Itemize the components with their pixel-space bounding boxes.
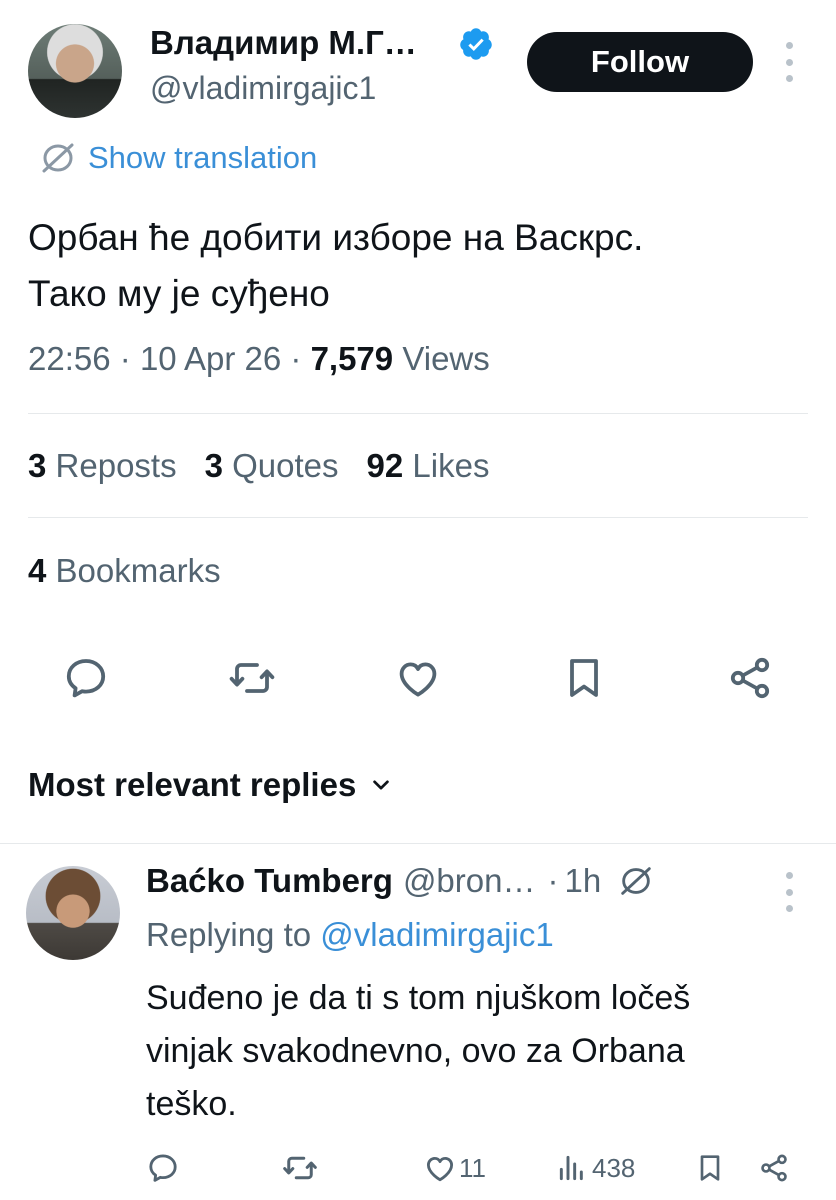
translate-globe-icon xyxy=(42,143,74,173)
reply-author-name[interactable]: Baćko Tumberg xyxy=(146,862,393,900)
repost-icon[interactable] xyxy=(228,654,276,702)
likes-stat[interactable]: 92 Likes xyxy=(367,447,490,484)
reply-repost-button[interactable] xyxy=(282,1148,318,1188)
likes-count: 92 xyxy=(366,447,404,484)
bookmark-icon[interactable] xyxy=(560,654,608,702)
verified-badge-icon xyxy=(460,28,492,60)
reply-more-options-icon[interactable] xyxy=(786,872,794,912)
follow-button[interactable]: Follow xyxy=(527,32,753,92)
tweet-stats: 3 Reposts 3 Quotes 92 Likes xyxy=(28,447,489,485)
replies-sort-label: Most relevant replies xyxy=(28,766,357,803)
replying-to: Replying to @vladimirgajic1 xyxy=(146,916,554,954)
reply-header: Baćko Tumberg @bron… · 1h xyxy=(146,862,655,900)
bookmark-icon xyxy=(700,1155,720,1181)
reply-time-separator: · xyxy=(547,862,559,899)
author-avatar[interactable] xyxy=(28,24,122,118)
reply-icon[interactable] xyxy=(62,654,110,702)
views-count: 7,579 xyxy=(310,340,394,377)
tweet-time[interactable]: 22:56 xyxy=(28,340,111,377)
replying-to-mention[interactable]: @vladimirgajic1 xyxy=(320,916,553,953)
reply-text: Suđeno je da ti s tom njuškom ločeš vinj… xyxy=(146,972,816,1131)
divider xyxy=(28,413,808,414)
reply-text-line-1: Suđeno je da ti s tom njuškom ločeš xyxy=(146,979,691,1017)
chevron-down-icon xyxy=(373,780,390,790)
reply-text-line-3: teško. xyxy=(146,1085,237,1123)
author-handle[interactable]: @vladimirgajic1 xyxy=(150,70,376,107)
reply-views-count: 438 xyxy=(592,1152,636,1183)
tweet-text-line-2: Тако му је суђено xyxy=(28,273,330,314)
bookmarks-label: Bookmarks xyxy=(55,552,221,589)
replies-sort-dropdown[interactable]: Most relevant replies xyxy=(28,766,392,804)
tweet-text: Орбан ће добити изборе на Васкрс. Тако м… xyxy=(28,210,808,322)
repost-icon xyxy=(283,1156,317,1180)
divider xyxy=(0,843,836,844)
bookmarks-count: 4 xyxy=(28,552,47,589)
reply-reply-button[interactable] xyxy=(146,1148,180,1188)
reply-author-handle[interactable]: @bron… xyxy=(403,862,536,900)
views-label: Views xyxy=(402,340,490,377)
likes-label: Likes xyxy=(412,447,490,484)
reposts-count: 3 xyxy=(28,447,47,484)
show-translation-label: Show translation xyxy=(88,140,318,175)
reply-likes-count: 11 xyxy=(459,1152,486,1183)
reposts-label: Reposts xyxy=(55,447,177,484)
share-icon[interactable] xyxy=(726,654,774,702)
tweet-date[interactable]: 10 Apr 26 xyxy=(140,340,281,377)
tweet-meta: 22:56 · 10 Apr 26 · 7,579 Views xyxy=(28,340,490,378)
bookmarks-stat[interactable]: 4 Bookmarks xyxy=(28,552,221,590)
meta-separator: · xyxy=(290,340,302,377)
quotes-label: Quotes xyxy=(232,447,339,484)
reply-text-line-2: vinjak svakodnevno, ovo za Orbana xyxy=(146,1032,685,1070)
reply-like-button[interactable]: 11 xyxy=(423,1148,486,1188)
reply-icon xyxy=(149,1154,177,1182)
author-display-name[interactable]: Владимир М.Г… xyxy=(150,24,417,62)
reposts-stat[interactable]: 3 Reposts xyxy=(28,447,177,484)
reply-views-button[interactable]: 438 xyxy=(556,1148,635,1188)
quotes-stat[interactable]: 3 Quotes xyxy=(205,447,339,484)
more-options-icon[interactable] xyxy=(786,42,794,82)
reply-bookmark-button[interactable] xyxy=(694,1148,726,1188)
reply-author-avatar[interactable] xyxy=(26,866,120,960)
like-heart-icon[interactable] xyxy=(394,654,442,702)
tweet-text-line-1: Орбан ће добити изборе на Васкрс. xyxy=(28,217,644,258)
share-icon xyxy=(761,1154,787,1182)
quotes-count: 3 xyxy=(204,447,223,484)
like-heart-icon xyxy=(426,1156,454,1182)
views-bar-chart-icon xyxy=(559,1155,583,1181)
divider xyxy=(28,517,808,518)
replying-to-prefix: Replying to xyxy=(146,916,312,953)
reply-share-button[interactable] xyxy=(758,1148,790,1188)
translate-globe-icon[interactable] xyxy=(617,862,655,900)
reply-time[interactable]: 1h xyxy=(565,862,602,900)
meta-separator: · xyxy=(119,340,131,377)
show-translation-link[interactable]: Show translation xyxy=(38,138,317,178)
